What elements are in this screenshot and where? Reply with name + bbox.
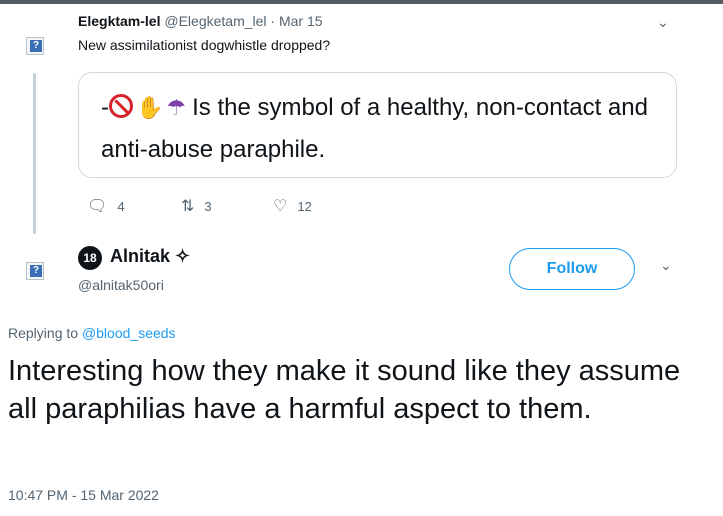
tweet1-text: New assimilationist dogwhistle dropped?: [78, 37, 331, 53]
reply-icon: 🗨: [87, 198, 108, 215]
broken-image-icon: ?: [26, 37, 44, 55]
replying-to-link[interactable]: @blood_seeds: [82, 325, 176, 341]
tweet2-author-handle[interactable]: @alnitak50ori: [78, 277, 164, 293]
tweet2-more-chevron-down-icon[interactable]: ⌄: [660, 257, 672, 274]
retweet-action[interactable]: ⇅ 3: [181, 196, 212, 216]
quoted-tweet-card[interactable]: - ✋ ☂ Is the symbol of a healthy, non-conta…: [78, 72, 677, 178]
umbrella-icon: ☂: [166, 95, 187, 120]
reply-count: 4: [117, 198, 125, 214]
quoted-tweet-text: - ✋ ☂ Is the symbol of a healthy, non-conta…: [101, 87, 667, 171]
like-action[interactable]: ♡ 12: [273, 196, 312, 216]
retweet-icon: ⇅: [181, 198, 195, 215]
tweet1-separator: ·: [270, 13, 276, 29]
thread-line: [33, 73, 36, 234]
heart-icon: ♡: [273, 198, 288, 215]
quote-prefix: -: [101, 94, 109, 121]
prohibited-icon: [109, 94, 133, 118]
like-count: 12: [297, 198, 312, 214]
follow-button[interactable]: Follow: [509, 248, 635, 290]
tweet2-text: Interesting how they make it sound like …: [8, 355, 681, 425]
replying-to: Replying to @blood_seeds: [8, 325, 176, 341]
tweet1-author-handle[interactable]: @Elegketam_lel: [164, 13, 266, 29]
tweet2-author-name[interactable]: Alnitak ✧: [110, 246, 190, 267]
tweet2-author-name-text: Alnitak: [110, 246, 171, 266]
replying-prefix: Replying to: [8, 325, 79, 341]
tweet1-more-chevron-down-icon[interactable]: ⌄: [657, 14, 669, 31]
retweet-count: 3: [204, 198, 212, 214]
avatar[interactable]: 18: [78, 246, 102, 270]
broken-image-icon: ?: [26, 262, 44, 280]
tweet2-timestamp[interactable]: 10:47 PM - 15 Mar 2022: [8, 487, 159, 503]
tweet1-author-name[interactable]: Elegktam-lel: [78, 13, 160, 29]
raised-hand-icon: ✋: [136, 95, 164, 120]
tweet1-header: Elegktam-lel @Elegketam_lel · Mar 15: [78, 13, 323, 29]
tweet2-author-symbol: ✧: [175, 246, 191, 266]
reply-action[interactable]: 🗨 4: [87, 196, 125, 216]
top-border: [0, 0, 723, 4]
tweet1-date[interactable]: Mar 15: [279, 13, 323, 29]
